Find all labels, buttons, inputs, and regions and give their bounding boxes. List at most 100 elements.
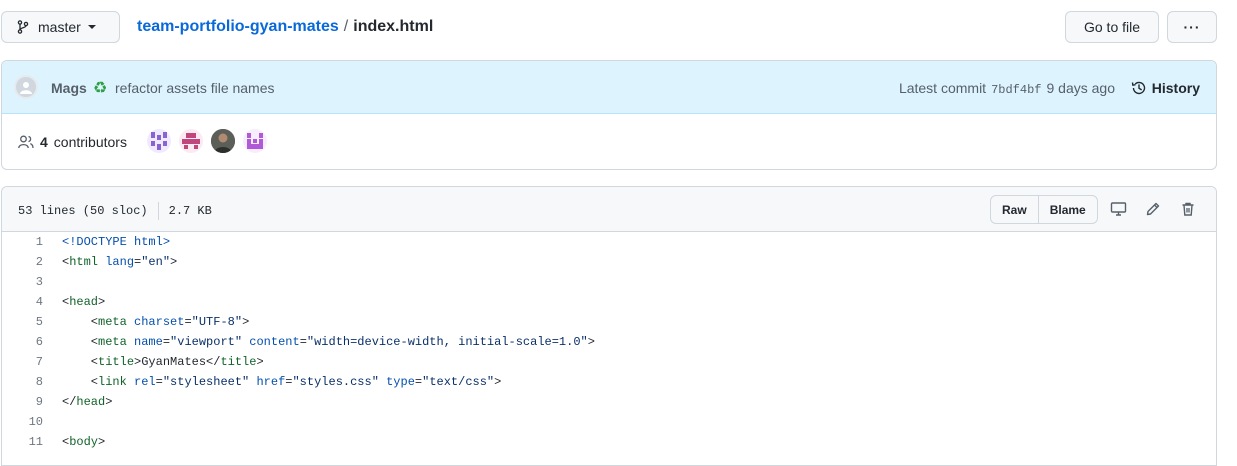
file-viewer: 53 lines (50 sloc) 2.7 KB Raw Blame 1 <!…: [1, 186, 1217, 466]
code-token: href: [256, 375, 286, 389]
line-number[interactable]: 3: [2, 275, 43, 289]
code-text: <head>: [43, 295, 105, 309]
identicon-avatar: [247, 133, 263, 149]
code-text: <title>GyanMates</title>: [43, 355, 264, 369]
branch-select-button[interactable]: master: [1, 11, 120, 43]
code-line: 3: [2, 272, 1216, 292]
pencil-icon[interactable]: [1144, 200, 1162, 218]
line-number[interactable]: 2: [2, 255, 43, 269]
code-token: content: [249, 335, 300, 349]
code-line: 6 <meta name="viewport" content="width=d…: [2, 332, 1216, 352]
code-token: head: [76, 395, 106, 409]
code-token: =: [184, 315, 192, 329]
code-token: "viewport": [170, 335, 243, 349]
history-label: History: [1151, 80, 1200, 96]
code-token: "UTF-8": [191, 315, 243, 329]
code-token: </: [62, 395, 77, 409]
line-number[interactable]: 10: [2, 415, 43, 429]
history-icon: [1131, 81, 1145, 95]
line-number[interactable]: 11: [2, 435, 43, 449]
code-text: </head>: [43, 395, 112, 409]
code-text: <meta charset="UTF-8">: [43, 315, 249, 329]
code-token: >: [242, 315, 250, 329]
blame-button[interactable]: Blame: [1037, 196, 1097, 223]
contributor-avatar[interactable]: [211, 129, 235, 153]
contributor-avatar[interactable]: [243, 129, 267, 153]
identicon-avatar: [182, 133, 200, 149]
file-actions-group: Raw Blame: [990, 195, 1098, 224]
line-number[interactable]: 8: [2, 375, 43, 389]
code-token: >: [587, 335, 595, 349]
line-number[interactable]: 4: [2, 295, 43, 309]
photo-avatar: [211, 129, 235, 153]
go-to-file-button[interactable]: Go to file: [1065, 11, 1159, 43]
code-token: charset: [134, 315, 185, 329]
code-token: <: [62, 375, 99, 389]
contributor-avatar[interactable]: [147, 129, 171, 153]
line-number[interactable]: 6: [2, 335, 43, 349]
code-token: >: [98, 435, 106, 449]
code-line: 11 <body>: [2, 432, 1216, 452]
code-token: name: [134, 335, 163, 349]
code-line: 10: [2, 412, 1216, 432]
code-line: 2 <html lang="en">: [2, 252, 1216, 272]
code-text: <!DOCTYPE html>: [43, 235, 170, 249]
history-link[interactable]: History: [1131, 80, 1200, 96]
breadcrumb: team-portfolio-gyan-mates / index.html: [137, 17, 433, 37]
desktop-icon[interactable]: [1109, 200, 1127, 218]
default-avatar-icon: [20, 82, 32, 94]
contributor-avatar[interactable]: [179, 129, 203, 153]
raw-button[interactable]: Raw: [991, 196, 1038, 223]
code-token: <!DOCTYPE html>: [62, 235, 171, 249]
commit-author-link[interactable]: Mags: [51, 80, 87, 96]
contributors-link[interactable]: 4 contributors: [18, 134, 127, 150]
code-text: <link rel="stylesheet" href="styles.css"…: [43, 375, 502, 389]
commit-message-link[interactable]: refactor assets file names: [115, 80, 275, 96]
code-token: head: [69, 295, 99, 309]
breadcrumb-separator: /: [343, 18, 349, 35]
code-token: link: [98, 375, 127, 389]
code-token: <: [62, 315, 99, 329]
line-number[interactable]: 9: [2, 395, 43, 409]
file-header: 53 lines (50 sloc) 2.7 KB Raw Blame: [2, 187, 1216, 232]
code-token: <: [62, 335, 99, 349]
code-token: "width=device-width, initial-scale=1.0": [306, 335, 588, 349]
trash-icon[interactable]: [1179, 200, 1197, 218]
code-token: >: [98, 295, 106, 309]
contributors-label: contributors: [53, 134, 127, 150]
code-token: rel: [134, 375, 156, 389]
code-line: 8 <link rel="stylesheet" href="styles.cs…: [2, 372, 1216, 392]
code-token: >: [256, 355, 264, 369]
line-number[interactable]: 7: [2, 355, 43, 369]
breadcrumb-repo-link[interactable]: team-portfolio-gyan-mates: [137, 18, 339, 36]
line-number[interactable]: 1: [2, 235, 43, 249]
code-token: meta: [98, 335, 127, 349]
code-line: 1 <!DOCTYPE html>: [2, 232, 1216, 252]
more-options-button[interactable]: ···: [1167, 11, 1217, 43]
code-token: title: [220, 355, 257, 369]
code-token: lang: [105, 255, 135, 269]
people-icon: [18, 135, 34, 149]
code-token: <: [62, 355, 99, 369]
go-to-file-label: Go to file: [1083, 19, 1141, 35]
identicon-avatar: [151, 132, 167, 150]
avatar[interactable]: [14, 75, 38, 99]
code-token: type: [386, 375, 415, 389]
kebab-horizontal-icon: ···: [1183, 19, 1201, 35]
code-text: <html lang="en">: [43, 255, 177, 269]
code-token: >GyanMates</: [134, 355, 221, 369]
latest-commit-row: Mags ♻ refactor assets file names Latest…: [2, 61, 1216, 114]
code-token: html: [69, 255, 99, 269]
latest-commit-info: Latest commit 7bdf4bf 9 days ago: [899, 80, 1115, 97]
latest-commit-label: Latest commit: [898, 80, 987, 96]
commit-sha-link[interactable]: 7bdf4bf: [991, 83, 1041, 97]
contributors-row: 4 contributors: [2, 114, 1216, 169]
line-number[interactable]: 5: [2, 315, 43, 329]
code-line: 7 <title>GyanMates</title>: [2, 352, 1216, 372]
code-token: >: [170, 255, 178, 269]
branch-name: master: [38, 19, 81, 35]
code-line: 5 <meta charset="UTF-8">: [2, 312, 1216, 332]
